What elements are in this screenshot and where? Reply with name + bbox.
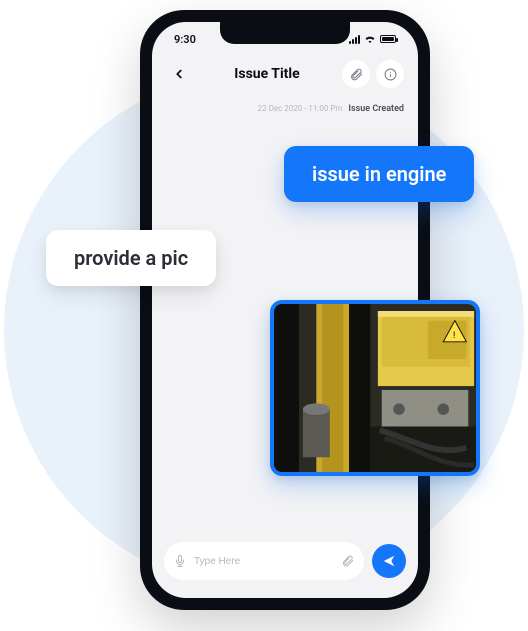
back-button[interactable] <box>166 61 192 87</box>
signal-icon <box>349 35 360 44</box>
attach-header-button[interactable] <box>342 60 370 88</box>
header-actions <box>342 60 404 88</box>
image-attachment[interactable]: ! <box>270 300 480 476</box>
microphone-icon[interactable] <box>174 555 186 567</box>
svg-text:!: ! <box>453 330 455 341</box>
user-message-text: issue in engine <box>312 162 446 186</box>
composer-input-wrap <box>164 542 364 580</box>
issue-status-label: Issue Created <box>348 104 404 114</box>
paperclip-icon <box>350 68 363 81</box>
wifi-icon <box>364 33 376 46</box>
info-icon <box>384 68 397 81</box>
paperclip-icon[interactable] <box>342 555 354 567</box>
status-indicators <box>349 33 396 46</box>
battery-icon <box>380 35 396 43</box>
phone-notch <box>220 22 350 44</box>
app-header: Issue Title <box>152 56 418 98</box>
page-title: Issue Title <box>200 66 334 82</box>
message-input[interactable] <box>194 556 334 567</box>
agent-message-text: provide a pic <box>74 246 188 270</box>
info-button[interactable] <box>376 60 404 88</box>
agent-message-bubble: provide a pic <box>46 230 216 286</box>
user-message-bubble: issue in engine <box>284 146 474 202</box>
message-composer <box>152 532 418 598</box>
chevron-left-icon <box>172 67 186 81</box>
issue-meta: 22 Dec 2020 - 11:00 Pm Issue Created <box>166 104 404 114</box>
send-button[interactable] <box>372 544 406 578</box>
issue-timestamp: 22 Dec 2020 - 11:00 Pm <box>258 104 343 113</box>
status-time: 9:30 <box>174 33 196 46</box>
engine-photo: ! <box>274 304 476 472</box>
send-icon <box>382 554 396 568</box>
